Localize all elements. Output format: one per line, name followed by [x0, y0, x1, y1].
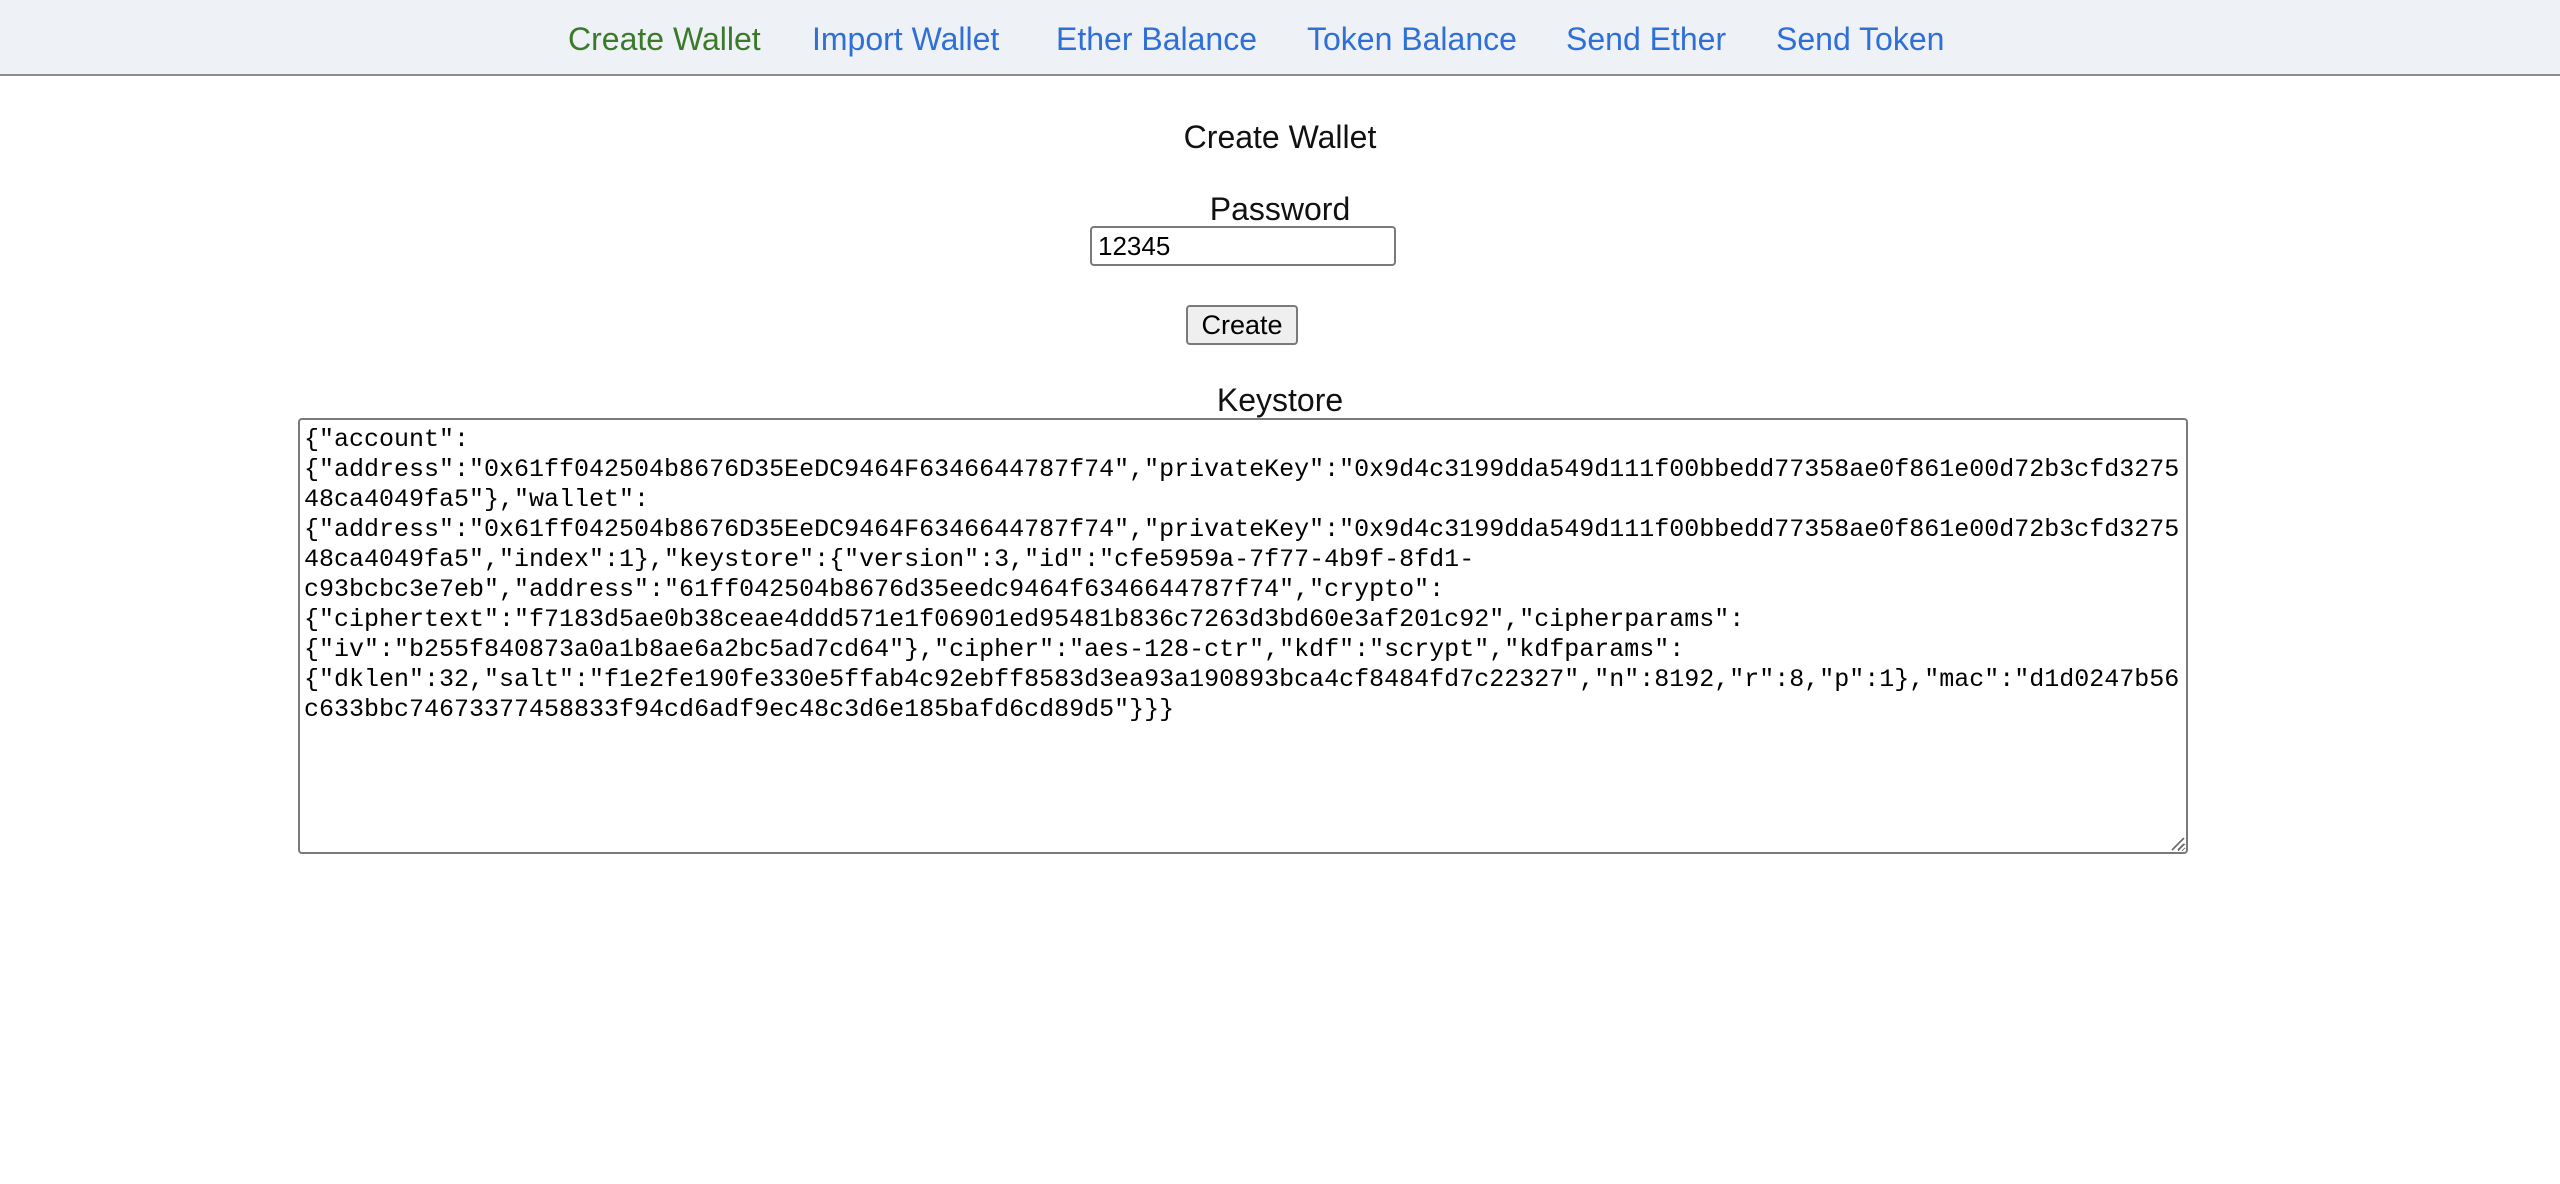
- resize-grip-icon[interactable]: [2168, 834, 2186, 852]
- top-nav: Create Wallet Import Wallet Ether Balanc…: [0, 0, 2560, 76]
- create-button[interactable]: Create: [1186, 305, 1298, 345]
- password-label: Password: [1209, 191, 1351, 227]
- page-title: Create Wallet: [1183, 119, 1377, 155]
- keystore-label: Keystore: [1216, 382, 1344, 418]
- keystore-textarea[interactable]: {"account": {"address":"0x61ff042504b867…: [298, 418, 2188, 854]
- nav-import-wallet[interactable]: Import Wallet: [812, 20, 999, 58]
- nav-ether-balance[interactable]: Ether Balance: [1056, 20, 1257, 58]
- nav-token-balance[interactable]: Token Balance: [1307, 20, 1517, 58]
- password-input[interactable]: [1090, 226, 1396, 266]
- nav-send-token[interactable]: Send Token: [1776, 20, 1944, 58]
- nav-send-ether[interactable]: Send Ether: [1566, 20, 1726, 58]
- nav-create-wallet[interactable]: Create Wallet: [568, 20, 761, 58]
